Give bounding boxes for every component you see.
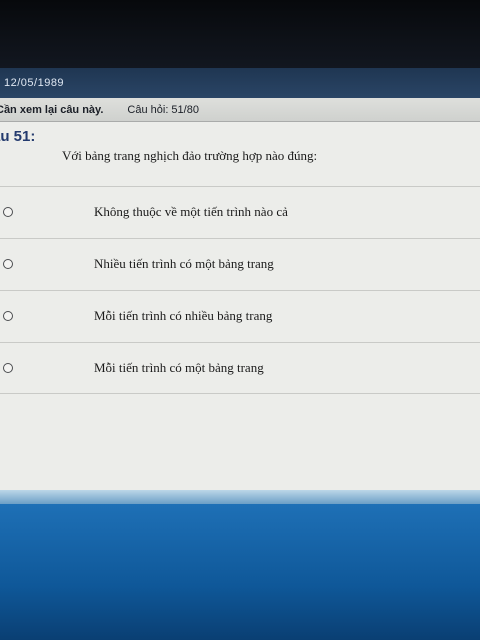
date-label: 12/05/1989 [4,77,65,89]
question-number: âu 51: [0,128,36,145]
answer-label: Không thuộc về một tiến trình nào cả [94,204,288,219]
answer-label: Nhiều tiến trình có một bảng trang [94,256,274,271]
radio-button[interactable] [3,207,13,217]
question-counter: Câu hỏi: 51/80 [127,103,199,116]
desktop-background [0,504,480,640]
answer-option[interactable]: Nhiều tiến trình có một bảng trang [0,238,480,290]
answer-option[interactable]: Mỗi tiến trình có nhiều bảng trang [0,290,480,342]
answer-options: Không thuộc về một tiến trình nào cả Nhi… [0,186,480,394]
answer-label: Mỗi tiến trình có một bảng trang [94,360,264,375]
review-flag-label[interactable]: Cần xem lại câu này. [0,104,103,116]
window-bottom-edge [0,490,480,504]
answer-label: Mỗi tiến trình có nhiều bảng trang [94,308,273,323]
answer-option[interactable]: Không thuộc về một tiến trình nào cả [0,186,480,238]
radio-button[interactable] [3,311,13,321]
radio-button[interactable] [3,363,13,373]
monitor-bezel [0,0,480,68]
title-bar: 12/05/1989 [0,68,480,98]
quiz-panel: Cần xem lại câu này. Câu hỏi: 51/80 âu 5… [0,98,480,490]
answer-option[interactable]: Mỗi tiến trình có một bảng trang [0,342,480,394]
question-text: Với bảng trang nghịch đảo trường hợp nào… [62,148,318,163]
radio-button[interactable] [3,259,13,269]
info-row: Cần xem lại câu này. Câu hỏi: 51/80 [0,98,480,122]
